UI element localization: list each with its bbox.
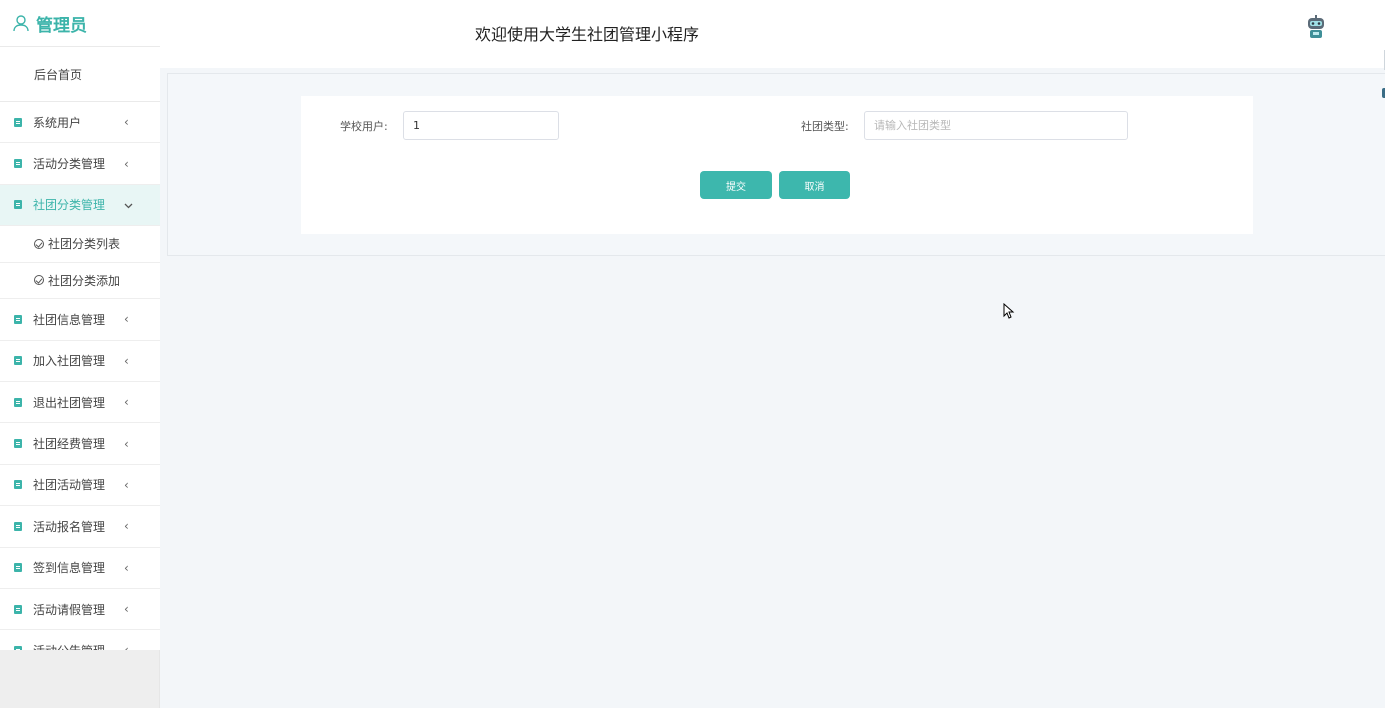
sidebar-menu: 管理员 后台首页 系统用户 ‹ 活动分类管理 ‹ 社团分类管理 社团分类列表 社… xyxy=(0,0,160,650)
sidebar-subitem-label: 社团分类列表 xyxy=(48,237,121,252)
chevron-left-icon: ‹ xyxy=(124,395,129,410)
page-title: 欢迎使用大学生社团管理小程序 xyxy=(475,25,700,44)
sidebar-item-home[interactable]: 后台首页 xyxy=(0,47,160,102)
check-circle-icon xyxy=(34,275,44,286)
document-icon xyxy=(14,480,22,490)
brand-title: 管理员 xyxy=(36,15,87,36)
sidebar-item-activity-leave[interactable]: 活动请假管理 ‹ xyxy=(0,589,160,631)
chevron-left-icon: ‹ xyxy=(124,519,129,534)
club-type-label: 社团类型: xyxy=(801,120,849,133)
sidebar-item-label: 活动请假管理 xyxy=(33,602,106,617)
chevron-left-icon: ‹ xyxy=(124,477,129,492)
document-icon xyxy=(14,314,22,324)
brand: 管理员 xyxy=(0,0,160,47)
sidebar-item-checkin-info[interactable]: 签到信息管理 ‹ xyxy=(0,548,160,589)
mouse-cursor-icon xyxy=(1003,302,1015,319)
sidebar-item-label: 社团信息管理 xyxy=(33,312,106,327)
school-user-label: 学校用户: xyxy=(340,120,388,133)
sidebar-item-activity-category[interactable]: 活动分类管理 ‹ xyxy=(0,143,160,185)
chevron-down-icon xyxy=(124,198,133,212)
document-icon xyxy=(14,397,22,407)
sidebar-item-label: 活动报名管理 xyxy=(33,519,106,534)
cancel-button[interactable]: 取消 xyxy=(779,171,850,199)
school-user-input[interactable] xyxy=(403,111,559,140)
document-icon xyxy=(14,645,22,650)
sidebar-item-label: 社团经费管理 xyxy=(33,437,106,452)
sidebar-item-activity-signup[interactable]: 活动报名管理 ‹ xyxy=(0,506,160,548)
sidebar-subitem-club-category-list[interactable]: 社团分类列表 xyxy=(0,226,160,263)
sidebar-item-label: 系统用户 xyxy=(33,115,82,130)
document-icon xyxy=(14,159,22,169)
top-header: 欢迎使用大学生社团管理小程序 xyxy=(160,0,1385,68)
sidebar-item-label: 社团分类管理 xyxy=(33,198,106,213)
user-icon xyxy=(12,14,30,32)
document-icon xyxy=(14,563,22,573)
submit-button[interactable]: 提交 xyxy=(700,171,772,199)
robot-avatar-icon[interactable] xyxy=(1305,14,1327,40)
sidebar-item-join-club[interactable]: 加入社团管理 ‹ xyxy=(0,341,160,382)
chevron-left-icon: ‹ xyxy=(124,115,129,130)
document-icon xyxy=(14,356,22,366)
sidebar-item-label: 活动分类管理 xyxy=(33,157,106,172)
sidebar-item-system-users[interactable]: 系统用户 ‹ xyxy=(0,102,160,144)
document-icon xyxy=(14,117,22,127)
sidebar-item-label: 加入社团管理 xyxy=(33,354,106,369)
sidebar-item-label: 社团活动管理 xyxy=(33,478,106,493)
check-circle-icon xyxy=(34,238,44,249)
sidebar-item-club-category[interactable]: 社团分类管理 xyxy=(0,184,160,227)
document-icon xyxy=(14,200,22,210)
chevron-left-icon: ‹ xyxy=(124,353,129,368)
document-icon xyxy=(14,604,22,614)
sidebar-item-club-activity[interactable]: 社团活动管理 ‹ xyxy=(0,465,160,507)
chevron-left-icon: ‹ xyxy=(124,312,129,327)
sidebar: 管理员 后台首页 系统用户 ‹ 活动分类管理 ‹ 社团分类管理 社团分类列表 社… xyxy=(0,0,160,708)
chevron-left-icon: ‹ xyxy=(124,436,129,451)
sidebar-item-club-funds[interactable]: 社团经费管理 ‹ xyxy=(0,423,160,465)
sidebar-item-label: 签到信息管理 xyxy=(33,561,106,576)
sidebar-subitem-club-category-add[interactable]: 社团分类添加 xyxy=(0,263,160,300)
chevron-left-icon: ‹ xyxy=(124,560,129,575)
chevron-left-icon: ‹ xyxy=(124,156,129,171)
sidebar-item-leave-club[interactable]: 退出社团管理 ‹ xyxy=(0,382,160,424)
chevron-left-icon: ‹ xyxy=(124,643,129,650)
sidebar-item-activity-notice[interactable]: 活动公告管理 ‹ xyxy=(0,630,160,650)
sidebar-item-club-info[interactable]: 社团信息管理 ‹ xyxy=(0,299,160,341)
sidebar-item-label: 活动公告管理 xyxy=(33,642,105,650)
chevron-left-icon: ‹ xyxy=(124,602,129,617)
document-icon xyxy=(14,439,22,449)
document-icon xyxy=(14,521,22,531)
club-type-input[interactable] xyxy=(864,111,1128,140)
sidebar-subitem-label: 社团分类添加 xyxy=(48,273,121,288)
sidebar-item-label: 退出社团管理 xyxy=(33,395,106,410)
